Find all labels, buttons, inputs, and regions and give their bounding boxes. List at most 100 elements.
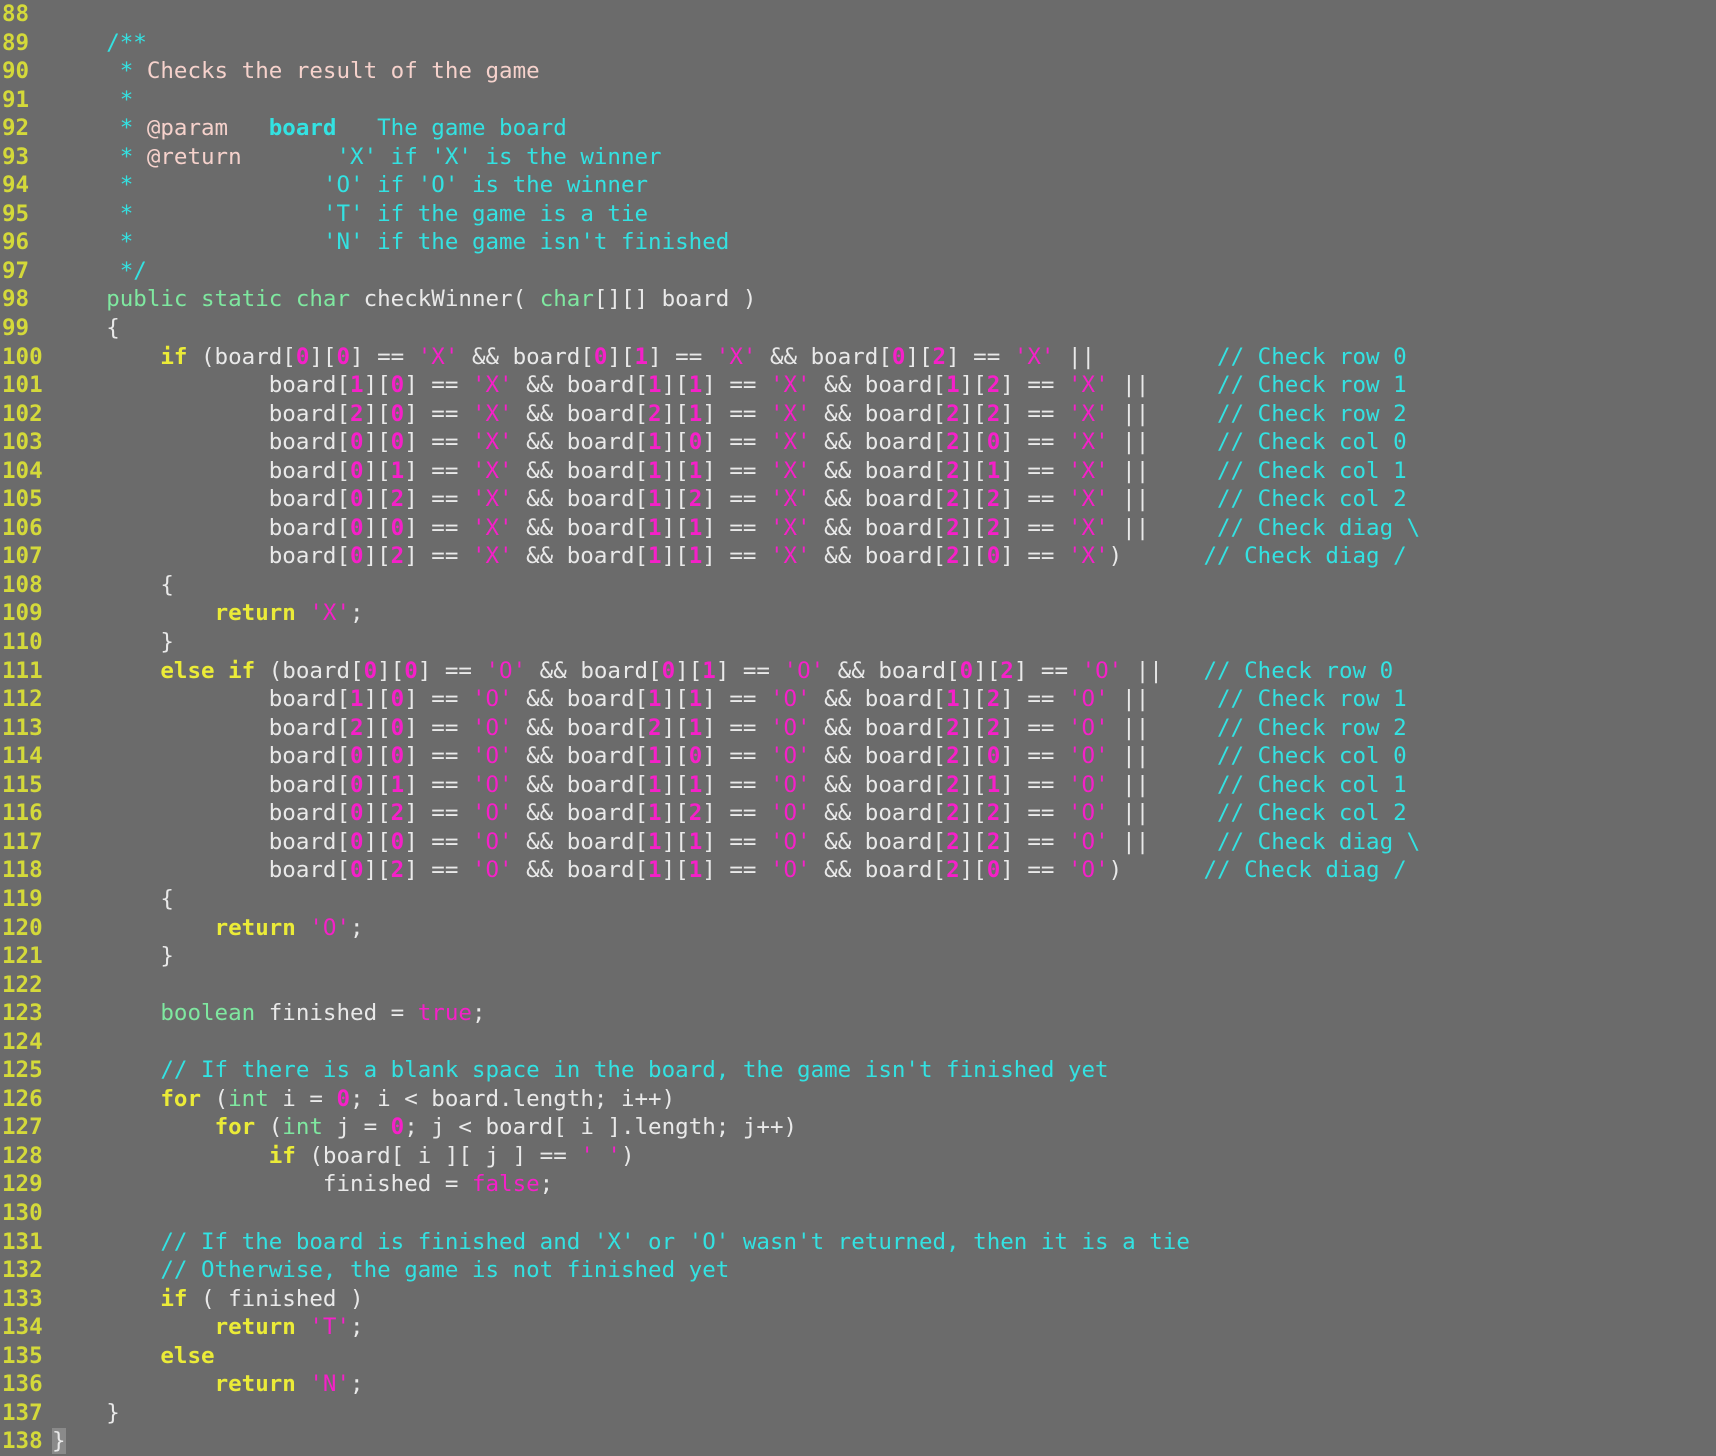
code-line[interactable]: 135 else (0, 1342, 1716, 1371)
code-token: ][ (661, 686, 689, 713)
code-editor[interactable]: 88 89 /** 90 * Checks the result of the ga… (0, 0, 1716, 1455)
code-line[interactable]: 98 public static char checkWinner( char[… (0, 285, 1716, 314)
code-token: board[ (52, 457, 351, 484)
code-token: 2 (350, 714, 364, 741)
code-line[interactable]: 110 } (0, 628, 1716, 657)
code-token: 0 (350, 800, 364, 827)
code-token: ( (201, 1085, 229, 1112)
code-line[interactable]: 102 board[2][0] == 'X' && board[2][1] ==… (0, 400, 1716, 429)
code-line[interactable]: 125 // If there is a blank space in the … (0, 1056, 1716, 1085)
code-token: 1 (986, 457, 1001, 484)
code-line[interactable]: 113 board[2][0] == 'O' && board[2][1] ==… (0, 714, 1716, 743)
line-number: 134 (2, 1314, 43, 1341)
code-line[interactable]: 104 board[0][1] == 'X' && board[1][1] ==… (0, 457, 1716, 486)
code-text: * (52, 86, 1716, 115)
code-line[interactable]: 90 * Checks the result of the game (0, 57, 1716, 86)
code-line[interactable]: 88 (0, 0, 1716, 29)
code-text: * 'T' if the game is a tie (52, 200, 1716, 229)
code-token: return (214, 1314, 296, 1341)
code-line[interactable]: 112 board[1][0] == 'O' && board[1][1] ==… (0, 685, 1716, 714)
code-line[interactable]: 111 else if (board[0][0] == 'O' && board… (0, 657, 1716, 686)
code-line[interactable]: 137 } (0, 1399, 1716, 1428)
code-text: boolean finished = true; (52, 999, 1716, 1028)
code-token: ][ (959, 400, 987, 427)
line-number: 118 (2, 857, 43, 884)
line-number: 99 (2, 315, 30, 342)
code-line[interactable]: 131 // If the board is finished and 'X' … (0, 1228, 1716, 1257)
code-line[interactable]: 106 board[0][0] == 'X' && board[1][1] ==… (0, 514, 1716, 543)
code-token: 2 (986, 514, 1001, 541)
code-token: * (119, 58, 147, 85)
code-token: false (471, 1171, 540, 1198)
code-line[interactable]: 123 boolean finished = true; (0, 999, 1716, 1028)
code-line[interactable]: 126 for (int i = 0; i < board.length; i+… (0, 1085, 1716, 1114)
code-token: && board[ (512, 400, 649, 427)
code-line[interactable]: 94 * 'O' if 'O' is the winner (0, 171, 1716, 200)
code-line[interactable]: 129 finished = false; (0, 1170, 1716, 1199)
code-line[interactable]: 136 return 'N'; (0, 1370, 1716, 1399)
code-token: ][ (959, 514, 987, 541)
code-line[interactable]: 89 /** (0, 29, 1716, 58)
code-line[interactable]: 101 board[1][0] == 'X' && board[1][1] ==… (0, 371, 1716, 400)
code-line[interactable]: 134 return 'T'; (0, 1313, 1716, 1342)
code-token: 'O' (769, 714, 811, 741)
code-line[interactable]: 91 * (0, 86, 1716, 115)
code-line[interactable]: 114 board[0][0] == 'O' && board[1][0] ==… (0, 742, 1716, 771)
code-line[interactable]: 103 board[0][0] == 'X' && board[1][0] ==… (0, 428, 1716, 457)
code-token: || (1108, 686, 1150, 713)
code-token: 0 (350, 828, 364, 855)
code-line[interactable]: 115 board[0][1] == 'O' && board[1][1] ==… (0, 771, 1716, 800)
code-token: ] == (946, 343, 1014, 370)
code-token: 1 (688, 828, 703, 855)
code-line[interactable]: 127 for (int j = 0; j < board[ i ].lengt… (0, 1113, 1716, 1142)
code-line[interactable]: 118 board[0][2] == 'O' && board[1][1] ==… (0, 856, 1716, 885)
code-token: ] == (1000, 686, 1068, 713)
code-token: 2 (946, 714, 960, 741)
code-line[interactable]: 117 board[0][0] == 'O' && board[1][1] ==… (0, 828, 1716, 857)
code-token: ' ' (580, 1142, 621, 1169)
code-line[interactable]: 105 board[0][2] == 'X' && board[1][2] ==… (0, 485, 1716, 514)
code-line[interactable]: 100 if (board[0][0] == 'X' && board[0][1… (0, 343, 1716, 372)
line-number: 90 (2, 58, 30, 85)
code-token: || (1108, 457, 1150, 484)
code-line[interactable]: 109 return 'X'; (0, 599, 1716, 628)
code-line[interactable]: 132 // Otherwise, the game is not finish… (0, 1256, 1716, 1285)
code-token: ][ (607, 343, 635, 370)
code-line[interactable]: 99 { (0, 314, 1716, 343)
code-line[interactable]: 93 * @return 'X' if 'X' is the winner (0, 143, 1716, 172)
code-line[interactable]: 124 (0, 1028, 1716, 1057)
code-token: ][ (675, 657, 703, 684)
code-token: ] == (648, 343, 716, 370)
code-line[interactable]: 133 if ( finished ) (0, 1285, 1716, 1314)
code-line[interactable]: 116 board[0][2] == 'O' && board[1][2] ==… (0, 799, 1716, 828)
code-text: return 'N'; (52, 1370, 1716, 1399)
code-token: 'O' (485, 657, 527, 684)
code-line[interactable]: 138} (0, 1427, 1716, 1456)
code-token: 0 (404, 657, 418, 684)
code-token: 0 (350, 429, 364, 456)
code-line[interactable]: 97 */ (0, 257, 1716, 286)
code-line[interactable]: 95 * 'T' if the game is a tie (0, 200, 1716, 229)
line-number: 138 (2, 1428, 43, 1455)
code-line[interactable]: 128 if (board[ i ][ j ] == ' ') (0, 1142, 1716, 1171)
code-token: 2 (986, 400, 1001, 427)
code-line[interactable]: 130 (0, 1199, 1716, 1228)
code-line[interactable]: 122 (0, 971, 1716, 1000)
code-line[interactable]: 96 * 'N' if the game isn't finished (0, 228, 1716, 257)
code-line[interactable]: 107 board[0][2] == 'X' && board[1][1] ==… (0, 542, 1716, 571)
code-line[interactable]: 92 * @param board The game board (0, 114, 1716, 143)
code-line[interactable]: 108 { (0, 571, 1716, 600)
code-line[interactable]: 121 } (0, 942, 1716, 971)
code-token: && board[ (810, 372, 947, 399)
code-line[interactable]: 119 { (0, 885, 1716, 914)
code-token: 2 (648, 714, 662, 741)
code-token: ] == (404, 543, 472, 570)
code-line[interactable]: 120 return 'O'; (0, 914, 1716, 943)
